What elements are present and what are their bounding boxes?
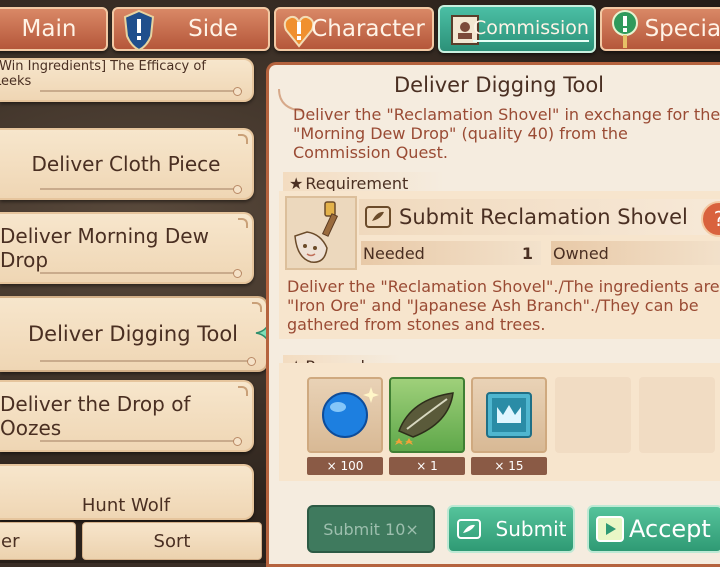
submit-10-label: Submit 10× — [323, 519, 419, 539]
reward-count: × 15 — [471, 457, 547, 475]
tab-character[interactable]: Character — [274, 7, 434, 51]
tab-special-label: Special — [644, 16, 720, 42]
tab-character-label: Character — [311, 16, 425, 42]
needed-label: Needed — [363, 243, 425, 263]
requirement-title-bar: Submit Reclamation Shovel — [359, 199, 720, 235]
quest-list-item[interactable]: Deliver Morning Dew Drop — [0, 212, 254, 284]
crown-icon — [486, 392, 532, 438]
accept-label: Accept — [629, 515, 711, 543]
category-tabs: Main Side Character Commission Special — [0, 0, 720, 58]
tab-commission[interactable]: Commission — [438, 5, 596, 53]
reward-slot-empty — [555, 377, 631, 453]
sort-button[interactable]: Sort — [82, 522, 262, 560]
requirement-title: Submit Reclamation Shovel — [399, 205, 688, 229]
blue-orb-icon — [322, 387, 379, 438]
accept-button[interactable]: Accept — [587, 505, 720, 553]
quest-description: Deliver the "Reclamation Shovel" in exch… — [293, 105, 720, 162]
tab-side[interactable]: Side — [112, 7, 270, 52]
tab-side-label: Side — [188, 16, 238, 42]
submit-label: Submit — [495, 517, 567, 541]
reward-count: × 1 — [389, 457, 465, 475]
sort-button-label: Sort — [153, 530, 191, 552]
reward-slot[interactable] — [389, 377, 465, 453]
quest-list-item[interactable]: [Win Ingredients] The Efficacy of Leeks — [0, 58, 254, 102]
quest-title: Deliver Digging Tool — [393, 73, 605, 97]
tab-special[interactable]: Special — [600, 7, 720, 51]
key-alert-icon — [612, 10, 638, 48]
filter-button[interactable]: er — [0, 522, 76, 560]
divider-ornament — [40, 357, 256, 366]
reward-slot-empty — [639, 377, 715, 453]
owned-label: Owned — [553, 243, 609, 263]
quest-list-item-selected[interactable]: Deliver Digging Tool — [0, 296, 268, 372]
star-icon: ★ — [289, 173, 304, 193]
corner-ornament — [252, 302, 262, 312]
quest-item-label: Deliver Cloth Piece — [31, 152, 221, 176]
shield-icon — [123, 9, 155, 52]
reclamation-shovel-image — [285, 196, 357, 270]
quest-item-label: Deliver the Drop of Oozes — [0, 392, 191, 440]
quest-item-label: Deliver Digging Tool — [27, 322, 239, 346]
tab-commission-label: Commission — [473, 17, 589, 42]
quest-item-label: [Win Ingredients] The Efficacy of Leeks — [0, 59, 206, 89]
corner-ornament — [238, 134, 248, 144]
corner-ornament — [238, 218, 248, 228]
filter-button-label: er — [1, 530, 20, 552]
reward-slot[interactable] — [471, 377, 547, 453]
quest-list-item[interactable]: Hunt Wolf — [0, 464, 254, 520]
divider-ornament — [40, 185, 242, 194]
needed-row: Needed 1 — [361, 241, 541, 265]
divider-ornament — [40, 269, 242, 278]
corner-ornament — [238, 386, 248, 396]
quest-item-label: Hunt Wolf — [81, 495, 171, 516]
submit-box-icon — [456, 519, 481, 539]
submit-10-button[interactable]: Submit 10× — [307, 505, 435, 553]
tab-main[interactable]: Main — [0, 7, 108, 51]
divider-ornament — [40, 87, 242, 96]
shovel-icon — [294, 201, 339, 263]
quest-list: [Win Ingredients] The Efficacy of Leeks … — [0, 58, 268, 565]
requirement-description: Deliver the "Reclamation Shovel"./The in… — [287, 277, 720, 334]
reward-count: × 100 — [307, 457, 383, 475]
play-icon — [596, 516, 624, 542]
leaf-icon — [395, 392, 454, 445]
tab-main-label: Main — [21, 16, 77, 42]
submit-box-icon — [365, 206, 391, 228]
requirement-label: Requirement — [305, 173, 409, 193]
reward-slot[interactable] — [307, 377, 383, 453]
divider-ornament — [40, 437, 242, 446]
quest-item-label: Deliver Morning Dew Drop — [0, 224, 209, 272]
submit-button[interactable]: Submit — [447, 505, 575, 553]
quest-detail-panel: Deliver Digging Tool Deliver the "Reclam… — [266, 62, 720, 567]
quest-list-item[interactable]: Deliver the Drop of Oozes — [0, 380, 254, 452]
needed-value: 1 — [521, 243, 533, 263]
quest-list-item[interactable]: Deliver Cloth Piece — [0, 128, 254, 200]
owned-row: Owned — [551, 241, 720, 265]
